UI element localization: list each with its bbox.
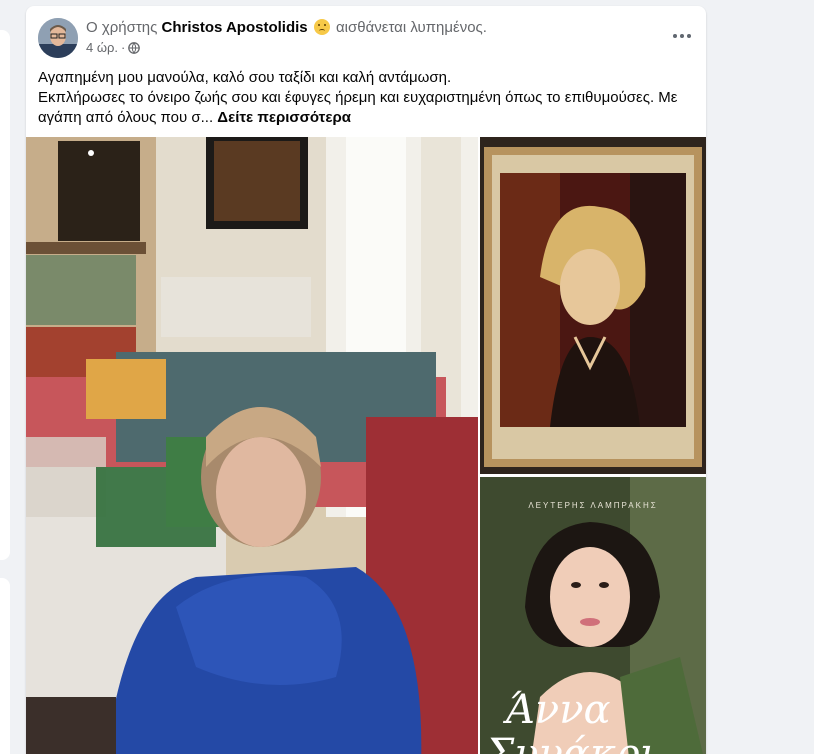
photo-portrait-painting[interactable] [480,137,706,474]
more-options-button[interactable] [668,22,696,50]
photo-grid: ΛΕΥΤΕΡΗΣ ΛΑΜΠΡΑΚΗΣ Άννα Συνάκρι [26,137,706,754]
sad-face-emoji-icon [313,19,330,35]
more-dot-icon [673,34,677,38]
globe-icon[interactable] [128,41,141,54]
feeling-text: αισθάνεται λυπημένος. [335,19,487,36]
post-headline: Ο χρήστης Christos Apostolidis αισθάνετα… [86,19,487,36]
left-sidebar-card [0,30,10,560]
feed-post: Ο χρήστης Christos Apostolidis αισθάνετα… [26,6,706,754]
post-text-body: Εκπλήρωσες το όνειρο ζωής σου και έφυγες… [38,89,678,126]
photo-book-cover[interactable]: ΛΕΥΤΕΡΗΣ ΛΑΜΠΡΑΚΗΣ Άννα Συνάκρι [480,477,706,754]
see-more-link[interactable]: Δείτε περισσότερα [217,109,351,126]
author-avatar[interactable] [38,18,78,58]
photo-woman-in-living-room[interactable] [26,137,478,754]
author-name[interactable]: Christos Apostolidis [162,19,308,36]
book-author: ΛΕΥΤΕΡΗΣ ΛΑΜΠΡΑΚΗΣ [528,501,658,510]
headline-prefix: Ο χρήστης [86,19,158,36]
left-sidebar-card-2 [0,578,10,754]
book-title-line-1: Άννα [506,687,611,733]
post-text: Αγαπημένη μου μανούλα, καλό σου ταξίδι κ… [38,68,702,128]
post-text-line-2: Εκπλήρωσες το όνειρο ζωής σου και έφυγες… [38,88,702,128]
post-header: Ο χρήστης Christos Apostolidis αισθάνετα… [26,6,706,64]
meta-separator: · [121,40,126,55]
more-dot-icon [687,34,691,38]
post-meta: 4 ώρ. · [86,40,141,55]
post-time[interactable]: 4 ώρ. [86,40,118,55]
post-text-line-1: Αγαπημένη μου μανούλα, καλό σου ταξίδι κ… [38,69,452,86]
more-dot-icon [680,34,684,38]
book-title-line-2: Συνάκρι [486,731,656,754]
